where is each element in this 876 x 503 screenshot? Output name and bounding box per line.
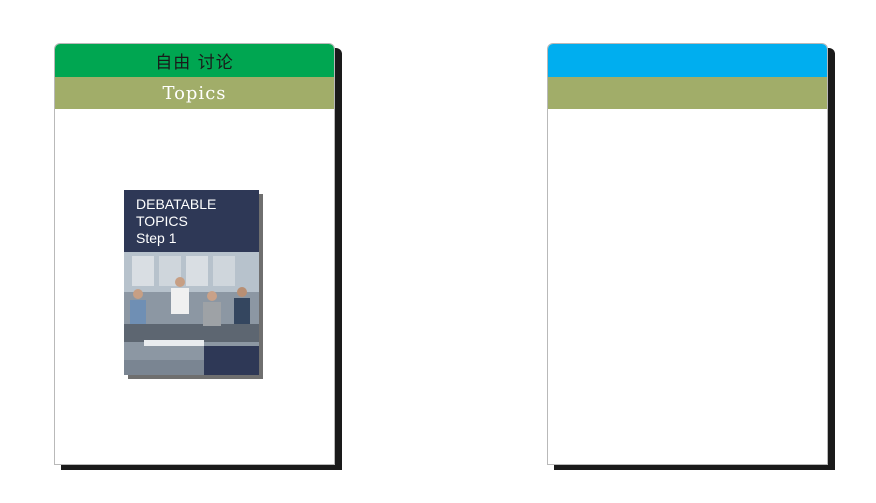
- book-cover-photo: [124, 252, 259, 375]
- card-header: 自由 讨论: [55, 44, 334, 77]
- card-header: [548, 44, 827, 77]
- card-subheader-title: Topics: [162, 82, 227, 104]
- book-title-line-2: TOPICS: [136, 213, 188, 229]
- card-header-title: 自由 讨论: [155, 53, 234, 73]
- card-subheader: [548, 77, 827, 109]
- book-title-line-1: DEBATABLE: [136, 196, 217, 212]
- book-title-line-3: Step 1: [136, 230, 177, 246]
- topics-card: 自由 讨论 Topics DEBATABLE TOPICS Step 1: [54, 43, 335, 465]
- book-title: DEBATABLE TOPICS Step 1: [136, 196, 216, 247]
- empty-card: [547, 43, 828, 465]
- card-subheader: Topics: [55, 77, 334, 109]
- book-cover-image[interactable]: DEBATABLE TOPICS Step 1: [124, 190, 259, 375]
